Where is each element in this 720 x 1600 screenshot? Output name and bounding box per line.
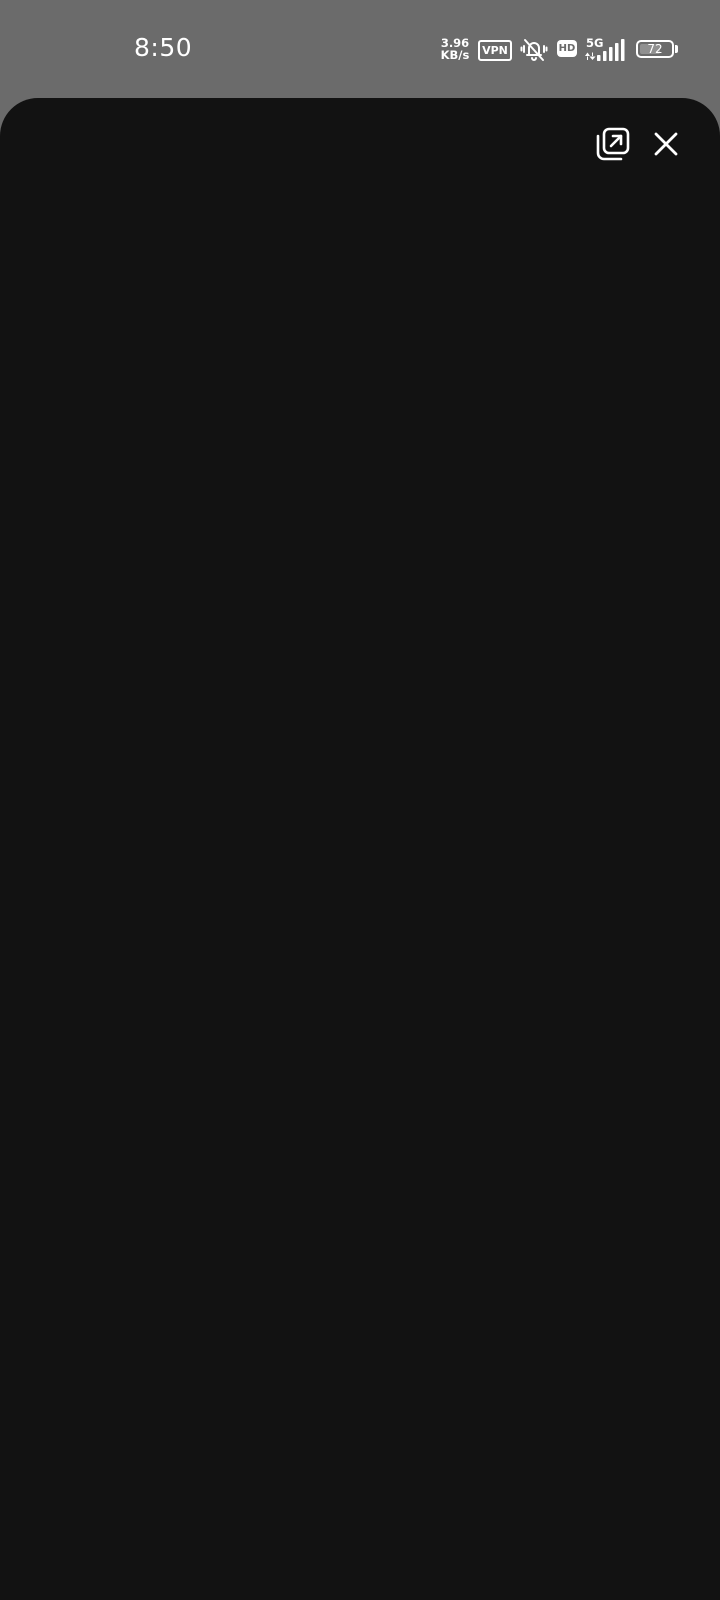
- network-speed: 3.96 KB/s: [438, 37, 472, 61]
- clock: 8:50: [134, 33, 193, 62]
- close-icon: [654, 132, 678, 156]
- hd-badge: HD: [557, 40, 577, 57]
- battery-tip: [675, 45, 678, 53]
- close-button[interactable]: [642, 120, 690, 168]
- battery-level: 72: [647, 42, 663, 56]
- open-external-button[interactable]: [589, 120, 637, 168]
- status-bar: 8:50 3.96 KB/s VPN HD 5G 72: [0, 0, 720, 100]
- sheet-toolbar: [0, 98, 720, 188]
- bottom-sheet: [0, 98, 720, 1600]
- battery-icon: 72: [636, 40, 674, 58]
- open-external-icon: [596, 127, 630, 161]
- signal-icon: [585, 39, 625, 61]
- vpn-badge: VPN: [478, 40, 512, 61]
- bell-off-icon: [520, 39, 548, 61]
- sheet-content: [0, 188, 720, 1600]
- network-speed-unit: KB/s: [440, 48, 470, 62]
